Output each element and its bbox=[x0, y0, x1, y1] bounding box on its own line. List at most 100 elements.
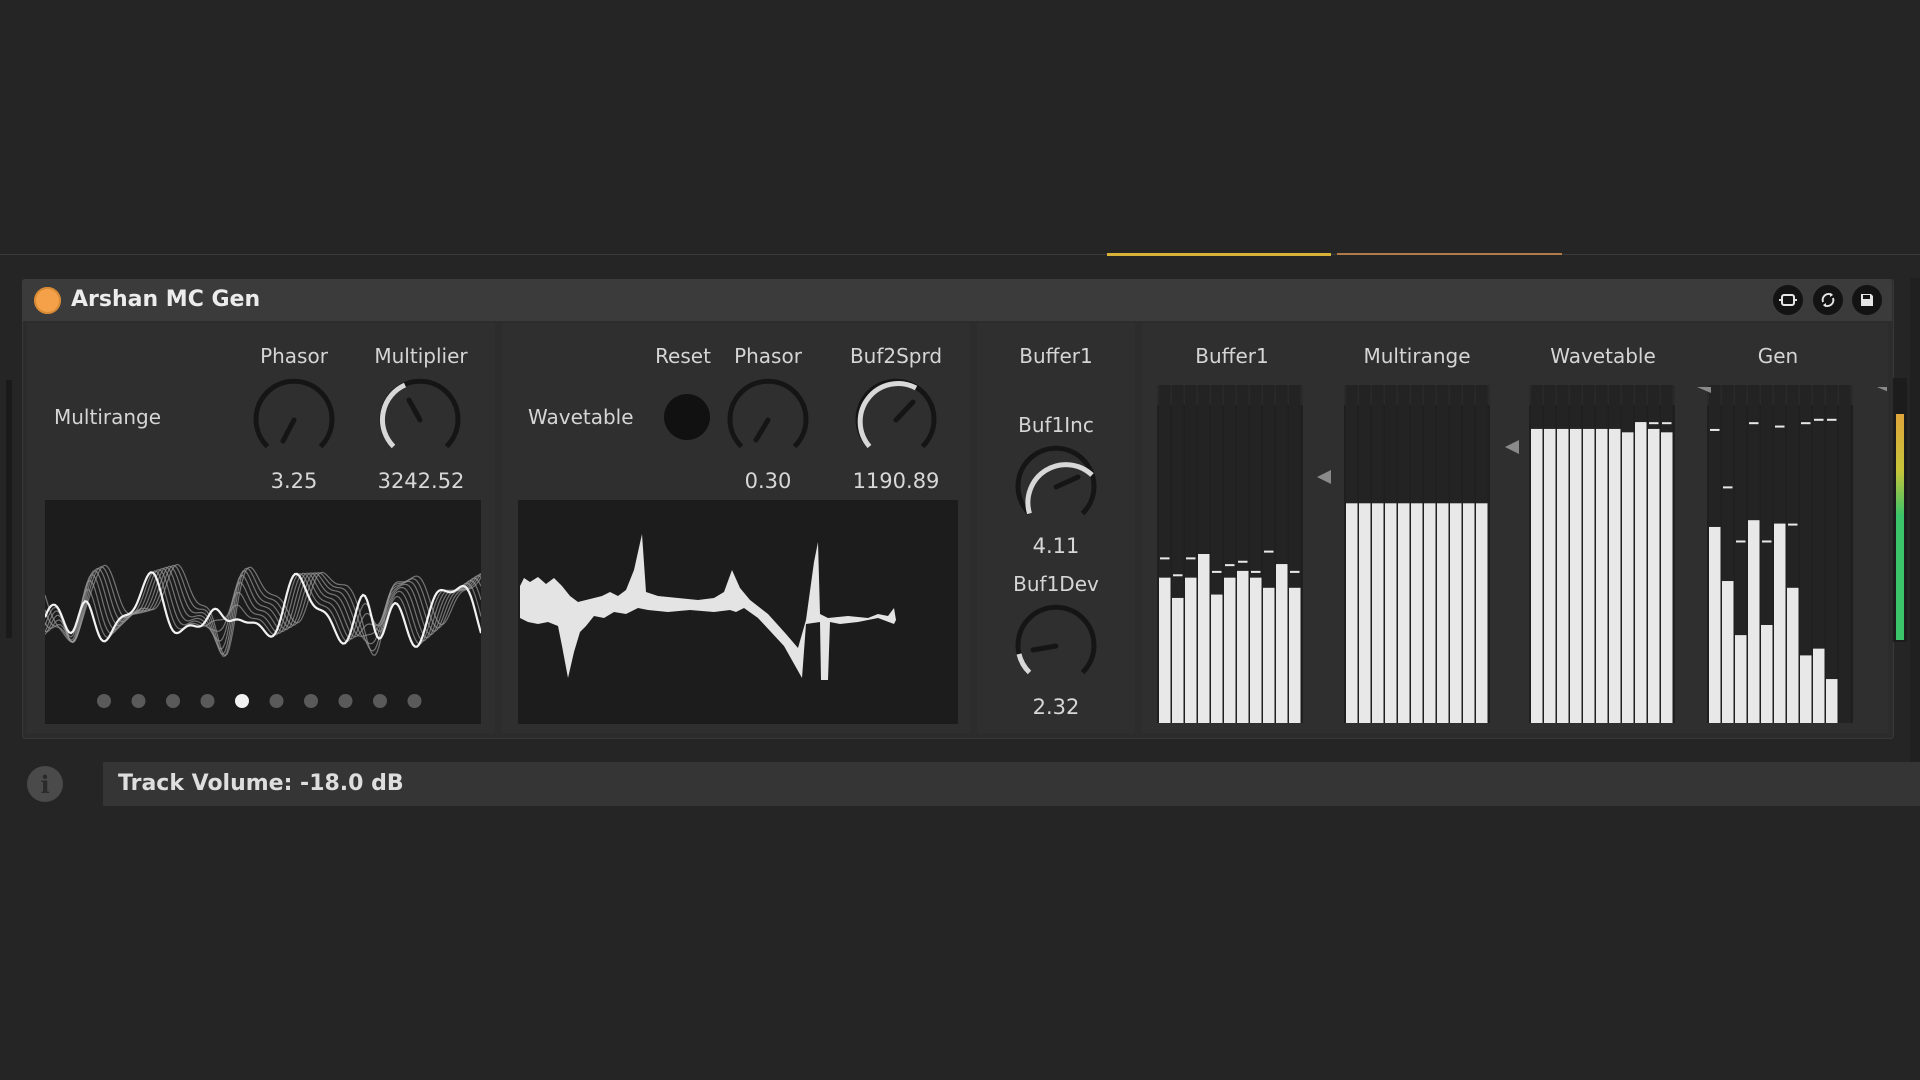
meter-bar bbox=[1476, 503, 1488, 723]
meter-bar bbox=[1774, 523, 1786, 723]
multiplier-knob[interactable] bbox=[374, 374, 466, 466]
multiplier-knob-label: Multiplier bbox=[374, 344, 468, 368]
meter-bar bbox=[1411, 503, 1423, 723]
meter-peak bbox=[1636, 422, 1646, 425]
info-icon[interactable]: i bbox=[27, 766, 63, 802]
pager-dot[interactable] bbox=[131, 694, 146, 708]
meter-bar bbox=[1398, 503, 1410, 723]
meter-label-gen: Gen bbox=[1757, 344, 1799, 368]
meter-peak bbox=[1736, 540, 1746, 543]
meter-bar bbox=[1787, 587, 1799, 723]
pager-dot[interactable] bbox=[97, 694, 111, 708]
meter-bar bbox=[1263, 587, 1275, 723]
pager-dot[interactable] bbox=[269, 694, 284, 708]
buf1dev-knob[interactable] bbox=[1010, 600, 1102, 692]
meter-bar bbox=[1648, 428, 1660, 723]
info-text: Track Volume: -18.0 dB bbox=[118, 771, 404, 796]
meter-bar bbox=[1748, 520, 1760, 723]
device-titlebar[interactable] bbox=[22, 279, 1892, 321]
meter-bar bbox=[1185, 577, 1197, 723]
meter-bar bbox=[1211, 594, 1223, 723]
buf1inc-knob[interactable] bbox=[1010, 441, 1102, 533]
meter-column bbox=[1826, 385, 1838, 723]
meter-bar bbox=[1172, 597, 1184, 723]
meter-peak bbox=[1827, 418, 1837, 421]
meter-peak bbox=[1264, 550, 1274, 553]
meter-peak bbox=[1662, 422, 1672, 425]
meter-peak bbox=[1710, 428, 1720, 431]
meter-peak bbox=[1814, 418, 1824, 421]
pager-dot[interactable] bbox=[338, 694, 353, 708]
expand-icon[interactable] bbox=[1773, 285, 1803, 315]
meter-bar bbox=[1635, 422, 1647, 723]
meter-bar bbox=[1761, 624, 1773, 723]
reset-label: Reset bbox=[655, 344, 711, 368]
buf1dev-knob-value: 2.32 bbox=[1032, 695, 1080, 719]
meter-bar bbox=[1661, 432, 1673, 723]
meter-bar bbox=[1583, 428, 1595, 723]
meter-peak bbox=[1277, 564, 1287, 567]
buf1dev-knob-label: Buf1Dev bbox=[1013, 572, 1099, 596]
buffer1-header: Buffer1 bbox=[1019, 344, 1093, 368]
meter-bar bbox=[1372, 503, 1384, 723]
buf2sprd-knob-label: Buf2Sprd bbox=[849, 344, 943, 368]
pager-dot[interactable] bbox=[200, 694, 215, 708]
device-title: Arshan MC Gen bbox=[71, 287, 261, 312]
pager-dot[interactable] bbox=[373, 694, 387, 708]
clip-highlight-yellow bbox=[1107, 253, 1331, 256]
pager-dot[interactable] bbox=[407, 694, 422, 708]
meter-bar bbox=[1463, 503, 1475, 723]
meter-bar bbox=[1250, 577, 1262, 723]
meter-threshold-arrow[interactable] bbox=[1697, 387, 1711, 393]
save-preset-icon[interactable] bbox=[1852, 285, 1882, 315]
meter-peak bbox=[1186, 557, 1196, 560]
meter-bar bbox=[1813, 648, 1825, 723]
top-divider bbox=[0, 254, 1920, 255]
meter-threshold-arrow[interactable] bbox=[1877, 387, 1887, 393]
meter-bar bbox=[1800, 655, 1812, 723]
reset-button[interactable] bbox=[664, 394, 710, 440]
phasor-knob-label: Phasor bbox=[260, 344, 328, 368]
meter-peak bbox=[1199, 554, 1209, 556]
meter-bar bbox=[1385, 503, 1397, 723]
meter-peak bbox=[1225, 564, 1235, 567]
meter-peak bbox=[1723, 486, 1733, 489]
meter-peak bbox=[1788, 523, 1798, 526]
hot-swap-icon[interactable] bbox=[1813, 285, 1843, 315]
pager-dot[interactable] bbox=[304, 694, 318, 708]
device-power-button[interactable] bbox=[34, 287, 61, 314]
meter-bar bbox=[1735, 635, 1747, 723]
meter-threshold-arrow[interactable] bbox=[1505, 440, 1519, 454]
wt-phasor-knob-label: Phasor bbox=[734, 344, 802, 368]
wt-phasor-knob[interactable] bbox=[722, 374, 814, 466]
pager-dot[interactable] bbox=[166, 694, 180, 708]
meter-label-buffer1: Buffer1 bbox=[1195, 344, 1269, 368]
meter-bar bbox=[1424, 503, 1436, 723]
meter-bar bbox=[1722, 581, 1734, 723]
pager-dot[interactable] bbox=[235, 694, 249, 708]
buf2sprd-knob[interactable] bbox=[850, 374, 942, 466]
meter-bar bbox=[1544, 428, 1556, 723]
output-meter-level bbox=[1896, 414, 1904, 640]
meter-label-wavetable: Wavetable bbox=[1550, 344, 1656, 368]
meter-bar bbox=[1826, 679, 1838, 723]
multichannel-meters bbox=[1157, 385, 1887, 723]
meter-bar bbox=[1346, 503, 1358, 723]
phasor-knob[interactable] bbox=[248, 374, 340, 466]
clip-highlight-orange bbox=[1337, 253, 1562, 255]
meter-threshold-arrow[interactable] bbox=[1317, 470, 1331, 484]
meter-peak bbox=[1762, 540, 1772, 543]
meter-peak bbox=[1290, 570, 1300, 573]
meter-bar bbox=[1609, 428, 1621, 723]
buf1inc-knob-label: Buf1Inc bbox=[1018, 413, 1094, 437]
meter-bar bbox=[1276, 564, 1288, 723]
right-panel-edge bbox=[1910, 278, 1920, 806]
meter-peak bbox=[1238, 560, 1248, 563]
phasor-knob-value: 3.25 bbox=[270, 469, 318, 493]
waveform-layer bbox=[45, 563, 481, 657]
meter-bar bbox=[1709, 526, 1721, 723]
meter-bar bbox=[1237, 570, 1249, 723]
meter-bar bbox=[1437, 503, 1449, 723]
meter-bar bbox=[1159, 577, 1171, 723]
meter-bar bbox=[1359, 503, 1371, 723]
